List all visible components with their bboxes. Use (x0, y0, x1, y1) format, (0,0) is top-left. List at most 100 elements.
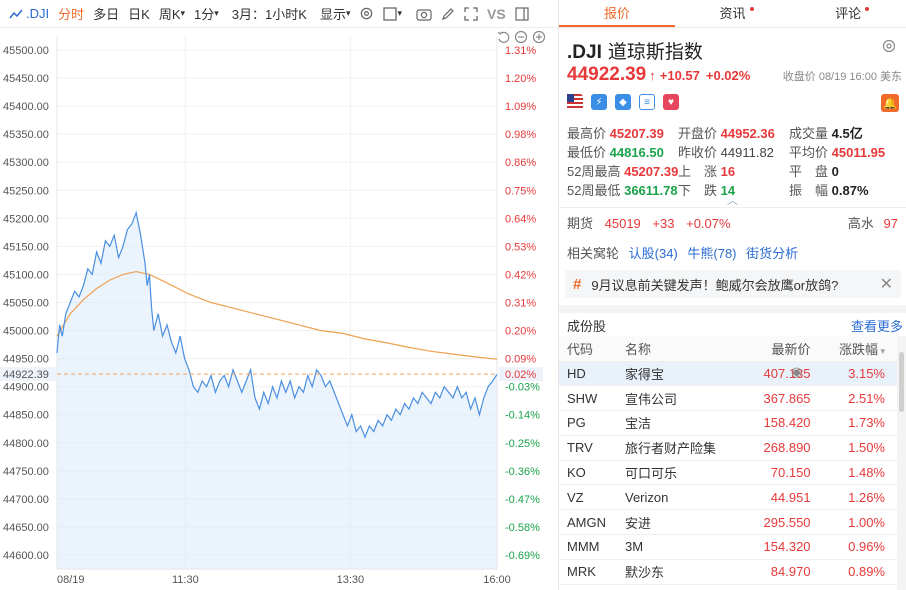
col-code[interactable]: 代码 (559, 336, 623, 362)
close-icon[interactable]: ✕ (880, 274, 893, 294)
table-row[interactable]: KO 可口可乐 70.150 1.48% (559, 460, 897, 486)
one-min-label: 1分 (194, 7, 215, 22)
table-row[interactable]: AMGN 安进 295.550 1.00% (559, 509, 897, 536)
stat-value: 45207.39 (609, 126, 664, 141)
pct-tick-label: -0.25% (505, 438, 540, 450)
tab-1min[interactable]: 1分 ▾ (194, 4, 219, 23)
row-change-cell: 1.00% (820, 509, 897, 536)
table-row[interactable]: TRV 旅行者财产险集 268.890 1.50% (559, 435, 897, 461)
fullscreen-icon[interactable] (464, 6, 478, 21)
sort-desc-icon: ▾ (877, 345, 885, 356)
tag-icon[interactable]: ◆ (615, 94, 631, 110)
watch-eye-icon[interactable]: ◉ (791, 364, 802, 380)
stat-label: 最高价 (567, 126, 607, 141)
compare-vs-button[interactable]: VS (487, 6, 506, 22)
row-price: 158.420 (763, 415, 811, 431)
y-tick-label: 45450.00 (3, 73, 49, 85)
table-row[interactable]: VZ Verizon 44.951 1.26% (559, 484, 897, 511)
row-code: VZ (567, 489, 584, 505)
price-change: +10.57 (659, 68, 700, 83)
tab-daily-k[interactable]: 日K (128, 4, 150, 23)
row-price-cell: 70.150 (745, 460, 821, 486)
row-price: 268.890 (763, 440, 811, 456)
row-name-cell: 宝洁 (623, 410, 746, 436)
premium-number: 97 (883, 216, 898, 231)
row-name: 3M (625, 539, 644, 555)
table-header: 代码 名称 最新价 涨跌幅 ▾ (559, 336, 897, 362)
row-name: 宣伟公司 (625, 391, 678, 407)
pct-tick-label: 1.09% (505, 101, 536, 113)
tab-3month-1hour-k[interactable]: 3月：1小时K (232, 4, 307, 23)
link-warrants[interactable]: 认股(34) (629, 246, 678, 261)
pct-tick-label: 0.20% (505, 326, 536, 338)
row-price-cell: 367.865 (745, 385, 821, 412)
pencil-icon[interactable] (441, 7, 455, 21)
pct-tick-label: 1.20% (505, 73, 536, 85)
pct-tick-label: 0.86% (505, 157, 536, 169)
gear-icon[interactable] (882, 39, 896, 58)
y-tick-label: 45300.00 (3, 157, 49, 169)
pct-tick-label: 0.98% (505, 129, 536, 141)
y-tick-label: 44650.00 (3, 522, 49, 534)
y-tick-label: 45500.00 (3, 45, 49, 57)
panel-toggle-icon[interactable] (515, 6, 529, 21)
table-row[interactable]: MMM 3M 154.320 0.96% (559, 534, 897, 560)
link-cbbc[interactable]: 牛熊(78) (687, 246, 736, 261)
row-price-cell: 295.550 (745, 509, 821, 536)
stat-label: 开盘价 (678, 126, 718, 141)
col-price[interactable]: 最新价 (745, 336, 821, 362)
chevron-down-icon: ▾ (397, 8, 403, 18)
tab-intraday[interactable]: 分时 (58, 4, 84, 23)
divider (559, 207, 906, 208)
col-change[interactable]: 涨跌幅 ▾ (820, 336, 897, 362)
intraday-chart[interactable]: 45500.00 1.31% 45450.00 1.20% 45400.00 1.09% 4… (0, 28, 558, 590)
tab-comments[interactable]: 评论 (790, 0, 906, 27)
stat-label: 52周最低 (567, 183, 621, 198)
news-banner[interactable]: # 9月议息前关键发声！鲍威尔会放鹰or放鸽? ✕ (565, 270, 901, 298)
drawing-square-icon[interactable]: ▾ (383, 6, 403, 21)
futures-price: 45019 (604, 216, 641, 231)
tab-news[interactable]: 资讯 (675, 0, 791, 27)
camera-icon[interactable] (416, 7, 432, 21)
futures-row[interactable]: 期货 45019 +33 +0.07% (567, 213, 731, 232)
lightning-icon[interactable]: ⚡ (591, 94, 607, 110)
chart-type-dropdown[interactable]: .DJI (9, 6, 49, 21)
document-icon[interactable]: ≡ (639, 94, 655, 110)
row-change: 3.15% (848, 365, 885, 381)
table-row[interactable]: HD 家得宝 ◉ 407.135 3.15% (559, 361, 897, 387)
tab-multiday[interactable]: 多日 (93, 4, 119, 23)
stat-prev-close: 昨收价 44911.82 (678, 143, 774, 162)
heart-icon[interactable]: ♥ (663, 94, 679, 110)
col-name[interactable]: 名称 (623, 336, 746, 362)
scrollbar-thumb[interactable] (899, 352, 904, 412)
display-dropdown[interactable]: 显示 ▾ (320, 4, 351, 23)
table-row[interactable]: SHW 宣伟公司 367.865 2.51% (559, 385, 897, 412)
y-tick-label: 44700.00 (3, 494, 49, 506)
up-arrow-icon: ↑ (649, 68, 656, 83)
tab-quote[interactable]: 报价 (559, 0, 675, 27)
y-tick-label: 44900.00 (3, 382, 49, 394)
pct-tick-label: 0.31% (505, 298, 536, 310)
tab-weekly-k[interactable]: 周K ▾ (159, 4, 185, 23)
link-street-analysis[interactable]: 街货分析 (746, 246, 798, 261)
x-tick-label: 11:30 (172, 574, 199, 586)
hashtag-icon: # (573, 275, 582, 293)
scrollbar[interactable] (897, 336, 906, 590)
bell-icon[interactable]: 🔔 (881, 94, 899, 112)
view-more-link[interactable]: 查看更多 (851, 316, 903, 335)
table-row[interactable]: PG 宝洁 158.420 1.73% (559, 410, 897, 436)
chart-toolbar: .DJI 分时 多日 日K 周K ▾ 1分 ▾ 3月：1小时K 显示 ▾ ▾ VS (0, 0, 558, 28)
stat-value: 45011.95 (831, 145, 886, 160)
settings-icon[interactable] (359, 6, 374, 21)
row-name-cell: 3M (623, 534, 746, 560)
collapse-caret-icon[interactable]: ︿ (727, 192, 738, 208)
table-row[interactable]: MRK 默沙东 84.970 0.89% (559, 559, 897, 585)
notification-dot (865, 7, 870, 11)
stat-52w-high: 52周最高 45207.39 (567, 162, 678, 181)
row-price: 70.150 (770, 465, 811, 481)
pct-tick-label: -0.36% (505, 466, 540, 478)
row-change: 1.00% (848, 514, 885, 530)
row-name: 旅行者财产险集 (625, 441, 717, 457)
row-code-cell: MRK (559, 559, 623, 585)
y-tick-label: 44800.00 (3, 438, 49, 450)
